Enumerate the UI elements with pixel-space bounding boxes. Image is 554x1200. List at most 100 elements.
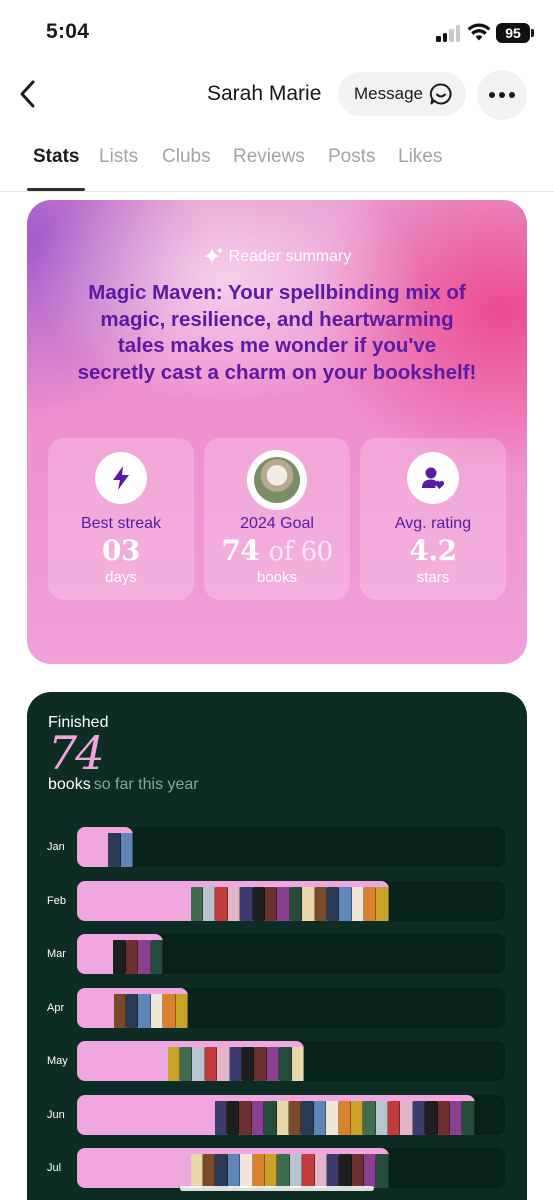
profile-tabs: Stats Lists Clubs Reviews Posts Likes — [0, 140, 554, 192]
book-cover[interactable] — [376, 886, 389, 921]
book-cover[interactable] — [150, 993, 164, 1028]
book-cover[interactable] — [226, 1100, 240, 1135]
book-cover[interactable] — [388, 1100, 401, 1135]
book-cover[interactable] — [276, 1100, 289, 1135]
book-cover[interactable] — [266, 1047, 280, 1081]
book-cover[interactable] — [113, 993, 126, 1028]
book-cover[interactable] — [163, 993, 176, 1028]
tab-reviews[interactable]: Reviews — [233, 146, 305, 168]
book-cover[interactable] — [120, 833, 133, 867]
stat-reading-goal[interactable]: 2024 Goal 74 of 60 books — [204, 438, 350, 600]
book-cover[interactable] — [338, 1100, 351, 1135]
book-cover[interactable] — [339, 886, 352, 921]
tab-clubs[interactable]: Clubs — [162, 146, 211, 168]
book-cover[interactable] — [462, 1100, 475, 1135]
book-cover[interactable] — [227, 886, 241, 921]
book-cover[interactable] — [289, 1154, 303, 1188]
book-cover[interactable] — [108, 833, 121, 867]
month-row-mar[interactable]: Mar — [37, 930, 505, 978]
book-cover[interactable] — [400, 1100, 413, 1135]
month-row-apr[interactable]: Apr — [37, 984, 505, 1032]
book-cover[interactable] — [252, 886, 265, 921]
month-row-jun[interactable]: Jun — [37, 1091, 505, 1139]
book-cover[interactable] — [214, 1100, 227, 1135]
month-row-jan[interactable]: Jan — [37, 823, 505, 871]
book-cover[interactable] — [364, 886, 377, 921]
book-cover[interactable] — [215, 1154, 228, 1188]
book-cover[interactable] — [229, 1047, 242, 1081]
book-cover[interactable] — [302, 886, 315, 921]
book-cover[interactable] — [190, 1154, 203, 1188]
book-cover[interactable] — [351, 886, 365, 921]
sparkle-icon — [203, 247, 224, 264]
book-cover[interactable] — [190, 886, 203, 921]
book-cover[interactable] — [339, 1154, 352, 1188]
book-cover[interactable] — [215, 886, 228, 921]
book-cover[interactable] — [125, 993, 139, 1028]
book-cover[interactable] — [301, 1100, 314, 1135]
book-cover[interactable] — [113, 940, 126, 974]
book-cover[interactable] — [202, 886, 216, 921]
book-cover[interactable] — [437, 1100, 451, 1135]
tab-posts[interactable]: Posts — [328, 146, 376, 168]
message-button[interactable]: Message — [338, 72, 466, 116]
book-cover[interactable] — [192, 1047, 205, 1081]
more-options-button[interactable] — [477, 70, 527, 120]
month-row-may[interactable]: May — [37, 1037, 505, 1085]
book-cover[interactable] — [125, 940, 139, 974]
book-cover[interactable] — [251, 1100, 265, 1135]
book-cover[interactable] — [138, 940, 151, 974]
book-cover[interactable] — [289, 886, 303, 921]
book-cover[interactable] — [450, 1100, 463, 1135]
book-cover[interactable] — [326, 886, 340, 921]
book-cover[interactable] — [314, 1154, 327, 1188]
book-cover[interactable] — [302, 1154, 315, 1188]
cellular-signal-icon — [436, 24, 462, 42]
book-cover[interactable] — [412, 1100, 426, 1135]
book-cover[interactable] — [167, 1047, 180, 1081]
book-cover[interactable] — [313, 1100, 327, 1135]
book-cover[interactable] — [254, 1047, 267, 1081]
month-row-jul[interactable]: Jul — [37, 1144, 505, 1192]
book-cover[interactable] — [264, 1154, 278, 1188]
book-cover[interactable] — [363, 1100, 376, 1135]
book-cover[interactable] — [291, 1047, 304, 1081]
reader-summary-header: Reader summary — [27, 246, 527, 268]
back-button[interactable] — [10, 76, 46, 112]
book-cover[interactable] — [217, 1047, 230, 1081]
month-bar-track — [77, 880, 505, 921]
book-cover[interactable] — [277, 886, 290, 921]
book-cover[interactable] — [326, 1154, 340, 1188]
book-cover[interactable] — [425, 1100, 438, 1135]
book-cover[interactable] — [288, 1100, 302, 1135]
tab-stats[interactable]: Stats — [33, 146, 79, 168]
book-cover[interactable] — [376, 1154, 389, 1188]
book-cover[interactable] — [326, 1100, 339, 1135]
book-cover[interactable] — [239, 1100, 252, 1135]
book-cover[interactable] — [279, 1047, 292, 1081]
book-cover[interactable] — [314, 886, 327, 921]
book-cover[interactable] — [264, 1100, 277, 1135]
reader-summary-label: Reader summary — [228, 248, 352, 265]
book-cover[interactable] — [350, 1100, 364, 1135]
book-cover[interactable] — [364, 1154, 377, 1188]
book-cover[interactable] — [351, 1154, 365, 1188]
tab-likes[interactable]: Likes — [398, 146, 442, 168]
tab-lists[interactable]: Lists — [99, 146, 138, 168]
book-cover[interactable] — [375, 1100, 389, 1135]
book-cover[interactable] — [241, 1047, 255, 1081]
book-cover[interactable] — [277, 1154, 290, 1188]
book-cover[interactable] — [204, 1047, 218, 1081]
month-row-feb[interactable]: Feb — [37, 877, 505, 925]
book-cover[interactable] — [227, 1154, 241, 1188]
month-label: Feb — [47, 894, 66, 907]
book-cover[interactable] — [175, 993, 188, 1028]
book-cover[interactable] — [264, 886, 278, 921]
book-cover[interactable] — [240, 886, 253, 921]
book-cover[interactable] — [202, 1154, 216, 1188]
book-cover[interactable] — [252, 1154, 265, 1188]
book-cover[interactable] — [138, 993, 151, 1028]
book-cover[interactable] — [179, 1047, 193, 1081]
book-cover[interactable] — [150, 940, 163, 974]
book-cover[interactable] — [240, 1154, 253, 1188]
